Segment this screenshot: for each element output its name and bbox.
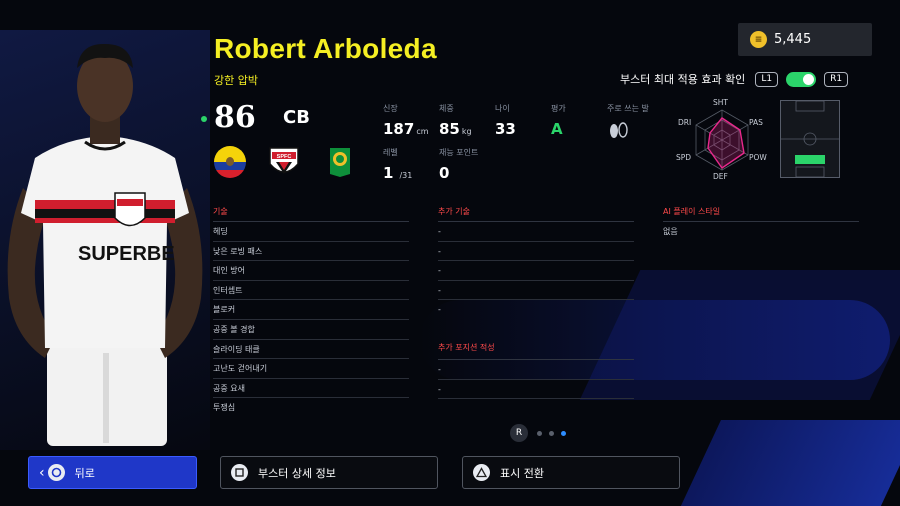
extra-skill-item[interactable]: -: [438, 281, 634, 301]
radar-label-pow: POW: [749, 153, 767, 162]
extra-skill-item[interactable]: -: [438, 261, 634, 281]
foot-label: 주로 쓰는 발: [607, 104, 649, 113]
skill-item[interactable]: 대인 방어: [213, 261, 409, 281]
level-value: 1: [383, 164, 394, 182]
playstyle-label: 강한 압박: [214, 74, 258, 87]
height-label: 신장: [383, 104, 398, 113]
extra-position-item[interactable]: -: [438, 380, 634, 400]
ability-radar-chart: SHT PAS POW DEF SPD DRI: [672, 96, 772, 184]
skill-item[interactable]: 투쟁심: [213, 398, 409, 418]
age-value: 33: [495, 120, 516, 138]
extra-skill-item[interactable]: -: [438, 300, 634, 320]
height-value: 187: [383, 120, 415, 138]
view-toggle-button[interactable]: 표시 전환: [462, 456, 680, 489]
skill-item[interactable]: 공중 요새: [213, 379, 409, 399]
skill-item[interactable]: 고난도 걷어내기: [213, 359, 409, 379]
skill-points-stat: 재능 포인트 0: [439, 147, 478, 182]
coin-icon: ≡: [750, 31, 767, 48]
rating-label: 평가: [551, 104, 566, 113]
overall-rating: 86: [214, 100, 256, 135]
booster-label: 부스터 최대 적용 효과 확인: [620, 73, 746, 86]
radar-label-spd: SPD: [676, 153, 692, 162]
booster-toggle-switch[interactable]: [786, 71, 817, 87]
foot-stat: 주로 쓰는 발: [607, 103, 649, 144]
ai-style-header: AI 플레이 스타일: [663, 206, 859, 222]
weight-label: 체중: [439, 104, 454, 113]
skills-header: 기술: [213, 206, 409, 222]
triangle-button-icon: [473, 464, 490, 481]
rating-value: A: [551, 120, 563, 138]
league-badge-icon: [324, 146, 356, 178]
radar-label-sht: SHT: [713, 98, 728, 107]
booster-detail-label: 부스터 상세 정보: [258, 466, 336, 480]
age-stat: 나이 33: [495, 103, 516, 138]
page-dot[interactable]: [548, 430, 554, 436]
club-badge-text: SPFC: [277, 154, 292, 160]
view-toggle-label: 표시 전환: [500, 466, 544, 480]
page-dot[interactable]: [536, 430, 542, 436]
r-stick-icon: R: [510, 424, 528, 442]
rating-stat: 평가 A: [551, 103, 566, 138]
svg-text:SUPERBE: SUPERBE: [78, 243, 175, 265]
back-button-label: 뒤로: [74, 466, 95, 480]
player-position: CB: [283, 107, 310, 128]
skill-points-label: 재능 포인트: [439, 148, 479, 157]
level-max: /31: [399, 171, 413, 180]
extra-positions-header: 추가 포지션 적성: [438, 342, 634, 360]
circle-button-icon: [47, 464, 65, 481]
level-label: 레벨: [383, 148, 398, 157]
extra-skill-item[interactable]: -: [438, 222, 634, 242]
page-dot-active[interactable]: [560, 430, 566, 436]
ai-style-section: AI 플레이 스타일 없음: [663, 206, 859, 242]
r1-button-hint[interactable]: R1: [824, 71, 849, 87]
back-button[interactable]: ‹ 뒤로: [28, 456, 197, 489]
weight-value: 85: [439, 120, 460, 138]
weight-stat: 체중 85 kg: [439, 103, 472, 138]
extra-skills-header: 추가 기술: [438, 206, 634, 222]
skill-item[interactable]: 공중 볼 경합: [213, 320, 409, 340]
skill-item[interactable]: 인터셉트: [213, 281, 409, 301]
player-name: Robert Arboleda: [214, 33, 437, 64]
level-stat: 레벨 1/31: [383, 147, 412, 182]
position-pitch-map: [780, 100, 840, 178]
nationality-flag-icon: [214, 146, 246, 178]
weight-unit: kg: [461, 127, 472, 136]
club-badge-icon: SPFC: [268, 146, 300, 178]
radar-label-pas: PAS: [749, 118, 763, 127]
age-label: 나이: [495, 104, 510, 113]
coin-balance: ≡ 5,445: [738, 23, 872, 56]
ai-style-item: 없음: [663, 227, 678, 236]
height-stat: 신장 187 cm: [383, 103, 429, 138]
skills-section: 기술 헤딩 낮은 로빙 패스 대인 방어 인터셉트 블로커 공중 볼 경합 슬라…: [213, 206, 409, 418]
skill-points-value: 0: [439, 164, 450, 182]
page-indicator[interactable]: R: [510, 424, 569, 442]
condition-indicator: [201, 116, 207, 122]
height-unit: cm: [416, 127, 429, 136]
extra-skills-section: 추가 기술 - - - - - 추가 포지션 적성 - -: [438, 206, 634, 400]
coin-value: 5,445: [774, 32, 812, 47]
square-button-icon: [231, 464, 248, 481]
extra-position-item[interactable]: -: [438, 360, 634, 380]
booster-toggle-row[interactable]: 부스터 최대 적용 효과 확인 L1 R1: [620, 71, 849, 87]
skill-item[interactable]: 슬라이딩 태클: [213, 340, 409, 360]
player-image: SUPERBE: [5, 38, 205, 448]
radar-label-dri: DRI: [678, 118, 692, 127]
background-shape: [679, 420, 900, 506]
booster-detail-button[interactable]: 부스터 상세 정보: [220, 456, 438, 489]
skill-item[interactable]: 낮은 로빙 패스: [213, 242, 409, 262]
foot-icon: [607, 118, 649, 144]
l1-button-hint[interactable]: L1: [755, 71, 779, 87]
skill-item[interactable]: 헤딩: [213, 222, 409, 242]
skill-item[interactable]: 블로커: [213, 300, 409, 320]
chevron-left-icon: ‹: [39, 464, 45, 481]
radar-label-def: DEF: [713, 172, 728, 181]
extra-skill-item[interactable]: -: [438, 242, 634, 262]
